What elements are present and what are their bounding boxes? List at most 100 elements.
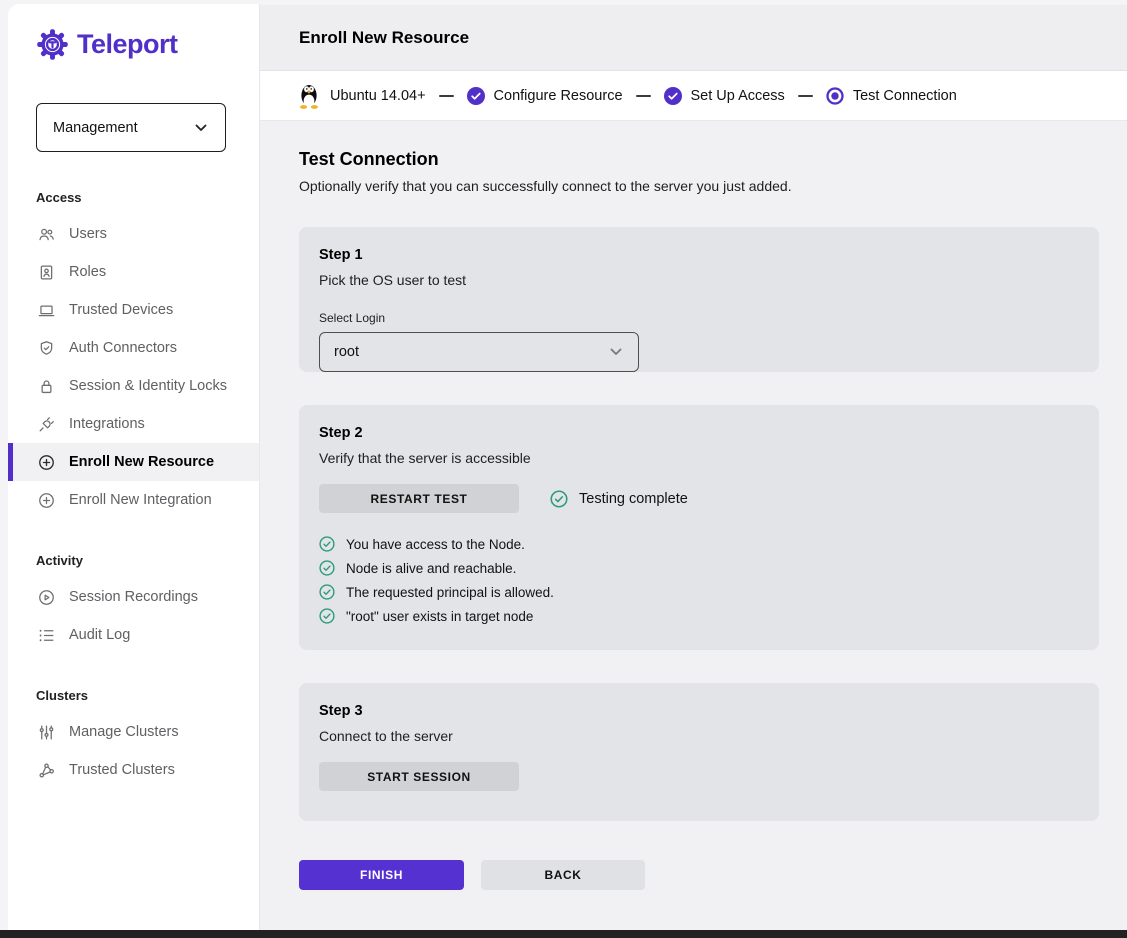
workspace-selector[interactable]: Management xyxy=(36,103,226,152)
shield-check-icon xyxy=(36,338,56,358)
sidebar-item-label: Trusted Devices xyxy=(69,302,173,318)
sidebar-item-label: Trusted Clusters xyxy=(69,762,175,778)
sidebar-item-enroll-new-resource[interactable]: Enroll New Resource xyxy=(8,443,259,481)
teleport-wordmark: Teleport xyxy=(77,29,178,60)
sidebar-item-label: Session Recordings xyxy=(69,589,198,605)
stepper-step-label: Set Up Access xyxy=(691,88,785,104)
sidebar-item-audit-log[interactable]: Audit Log xyxy=(8,616,259,654)
network-icon xyxy=(36,760,56,780)
step2-title: Step 2 xyxy=(319,425,1079,441)
stepper-step-configure-resource: Configure Resource xyxy=(467,87,623,105)
success-check-icon xyxy=(319,584,335,600)
sidebar-item-session-identity-locks[interactable]: Session & Identity Locks xyxy=(8,367,259,405)
step1-card: Step 1 Pick the OS user to test Select L… xyxy=(299,227,1099,372)
sidebar-item-manage-clusters[interactable]: Manage Clusters xyxy=(8,713,259,751)
sidebar-item-label: Enroll New Integration xyxy=(69,492,212,508)
sidebar-panel: Teleport Management Access Users Role xyxy=(8,4,260,930)
check-item: You have access to the Node. xyxy=(319,532,1079,556)
sidebar-item-label: Auth Connectors xyxy=(69,340,177,356)
list-icon xyxy=(36,625,56,645)
teleport-gear-icon xyxy=(36,28,69,61)
stepper-dash xyxy=(798,95,813,97)
testing-complete-status: Testing complete xyxy=(550,490,688,508)
plus-circle-icon xyxy=(36,490,56,510)
enroll-stepper: Ubuntu 14.04+ Configure Resource Set Up … xyxy=(260,71,1127,121)
step3-card: Step 3 Connect to the server START SESSI… xyxy=(299,683,1099,821)
success-check-icon xyxy=(550,490,568,508)
select-login-label: Select Login xyxy=(319,311,1079,325)
sidebar-item-label: Session & Identity Locks xyxy=(69,378,227,394)
stepper-step-label: Test Connection xyxy=(853,88,957,104)
sidebar-item-enroll-new-integration[interactable]: Enroll New Integration xyxy=(8,481,259,519)
play-circle-icon xyxy=(36,587,56,607)
app-window: Teleport Management Access Users Role xyxy=(0,0,1127,938)
sidebar-item-roles[interactable]: Roles xyxy=(8,253,259,291)
stepper-step-set-up-access: Set Up Access xyxy=(664,87,785,105)
step1-description: Pick the OS user to test xyxy=(319,272,1079,288)
step-complete-check-icon xyxy=(664,87,682,105)
sidebar-item-auth-connectors[interactable]: Auth Connectors xyxy=(8,329,259,367)
step2-description: Verify that the server is accessible xyxy=(319,450,1079,466)
window-bottom-edge xyxy=(0,930,1127,938)
section-subtitle: Optionally verify that you can successfu… xyxy=(299,178,1127,194)
sidebar-item-label: Users xyxy=(69,226,107,242)
sidebar-item-session-recordings[interactable]: Session Recordings xyxy=(8,578,259,616)
sidebar-item-label: Manage Clusters xyxy=(69,724,179,740)
sliders-icon xyxy=(36,722,56,742)
wizard-footer-actions: FINISH BACK xyxy=(299,860,1127,890)
sidebar-item-integrations[interactable]: Integrations xyxy=(8,405,259,443)
stepper-resource: Ubuntu 14.04+ xyxy=(297,82,426,109)
lock-icon xyxy=(36,376,56,396)
users-icon xyxy=(36,224,56,244)
plug-icon xyxy=(36,414,56,434)
step1-title: Step 1 xyxy=(319,247,1079,263)
step-current-radio-icon xyxy=(826,87,844,105)
sidebar-item-label: Enroll New Resource xyxy=(69,454,214,470)
check-item-label: The requested principal is allowed. xyxy=(346,585,554,600)
page-header: Enroll New Resource xyxy=(260,5,1127,71)
check-item-label: You have access to the Node. xyxy=(346,537,525,552)
finish-button[interactable]: FINISH xyxy=(299,860,464,890)
select-login-dropdown[interactable]: root xyxy=(319,332,639,372)
sidebar-item-users[interactable]: Users xyxy=(8,215,259,253)
sidebar-section-clusters: Clusters xyxy=(8,688,259,703)
check-item: The requested principal is allowed. xyxy=(319,580,1079,604)
sidebar: Teleport Management Access Users Role xyxy=(0,0,260,938)
sidebar-item-trusted-clusters[interactable]: Trusted Clusters xyxy=(8,751,259,789)
workspace-selector-value: Management xyxy=(53,120,138,136)
back-button[interactable]: BACK xyxy=(481,860,645,890)
stepper-step-test-connection: Test Connection xyxy=(826,87,957,105)
chevron-down-icon xyxy=(193,120,209,136)
check-item: "root" user exists in target node xyxy=(319,604,1079,628)
step2-card: Step 2 Verify that the server is accessi… xyxy=(299,405,1099,650)
restart-test-button[interactable]: RESTART TEST xyxy=(319,484,519,513)
sidebar-item-label: Integrations xyxy=(69,416,145,432)
stepper-resource-label: Ubuntu 14.04+ xyxy=(330,88,426,104)
chevron-down-icon xyxy=(608,344,624,360)
page-title: Enroll New Resource xyxy=(299,28,469,48)
check-item-label: "root" user exists in target node xyxy=(346,609,533,624)
check-item-label: Node is alive and reachable. xyxy=(346,561,516,576)
sidebar-section-access: Access xyxy=(8,190,259,205)
sidebar-section-activity: Activity xyxy=(8,553,259,568)
plus-circle-icon xyxy=(36,452,56,472)
step3-description: Connect to the server xyxy=(319,728,1079,744)
success-check-icon xyxy=(319,608,335,624)
sidebar-item-label: Audit Log xyxy=(69,627,130,643)
test-checklist: You have access to the Node. Node is ali… xyxy=(319,532,1079,650)
section-title: Test Connection xyxy=(299,149,1127,170)
testing-complete-label: Testing complete xyxy=(579,491,688,507)
success-check-icon xyxy=(319,560,335,576)
select-login-value: root xyxy=(334,344,359,360)
stepper-step-label: Configure Resource xyxy=(494,88,623,104)
linux-tux-icon xyxy=(297,82,321,109)
teleport-logo[interactable]: Teleport xyxy=(8,4,259,61)
sidebar-item-label: Roles xyxy=(69,264,106,280)
start-session-button[interactable]: START SESSION xyxy=(319,762,519,791)
main-area: Enroll New Resource xyxy=(260,0,1127,938)
sidebar-item-trusted-devices[interactable]: Trusted Devices xyxy=(8,291,259,329)
laptop-icon xyxy=(36,300,56,320)
success-check-icon xyxy=(319,536,335,552)
check-item: Node is alive and reachable. xyxy=(319,556,1079,580)
test-connection-panel: Test Connection Optionally verify that y… xyxy=(260,121,1127,938)
